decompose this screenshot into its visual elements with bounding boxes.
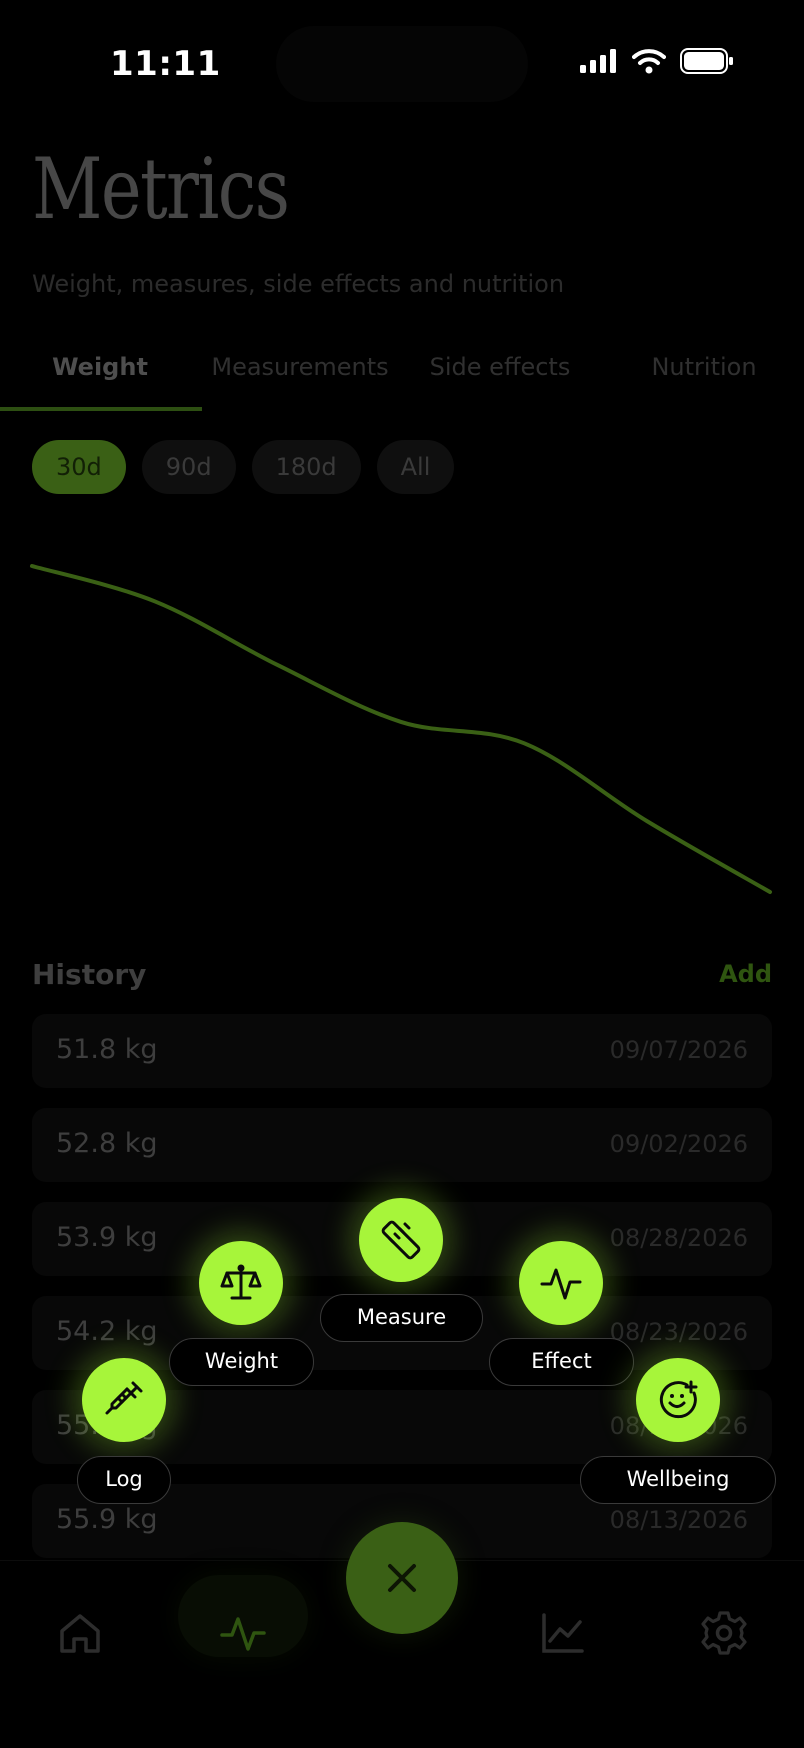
history-row-date: 09/07/2026 <box>609 1036 748 1064</box>
weight-label[interactable]: Weight <box>169 1338 314 1386</box>
history-row-weight: 55.9 kg <box>56 1504 158 1535</box>
tab-nutrition[interactable]: Nutrition <box>604 353 804 381</box>
tab-measurements[interactable]: Measurements <box>200 353 400 381</box>
history-row-date: 08/13/2026 <box>609 1506 748 1534</box>
metric-tabs: Weight Measurements Side effects Nutriti… <box>0 345 804 411</box>
log-button[interactable] <box>82 1358 166 1442</box>
home-icon[interactable] <box>56 1609 104 1657</box>
history-row[interactable]: 51.8 kg 09/07/2026 <box>32 1014 772 1088</box>
history-row-date: 08/23/2026 <box>609 1318 748 1346</box>
close-menu-button[interactable] <box>346 1522 458 1634</box>
history-row-weight: 54.2 kg <box>56 1316 158 1347</box>
measure-label[interactable]: Measure <box>320 1294 483 1342</box>
history-row-weight: 53.9 kg <box>56 1222 158 1253</box>
history-add-button[interactable]: Add <box>719 960 772 988</box>
weight-button[interactable] <box>199 1241 283 1325</box>
active-tab-indicator <box>0 407 202 411</box>
weight-chart <box>30 564 772 894</box>
history-row-weight: 51.8 kg <box>56 1034 158 1065</box>
close-icon <box>388 1564 416 1592</box>
effect-button[interactable] <box>519 1241 603 1325</box>
effect-label[interactable]: Effect <box>489 1338 634 1386</box>
wellbeing-label[interactable]: Wellbeing <box>580 1456 776 1504</box>
syringe-icon <box>105 1381 143 1415</box>
history-row-date: 08/28/2026 <box>609 1224 748 1252</box>
gear-icon[interactable] <box>700 1609 748 1657</box>
tab-side-effects[interactable]: Side effects <box>400 353 600 381</box>
history-row[interactable]: 52.8 kg 09/02/2026 <box>32 1108 772 1182</box>
history-row-date: 09/02/2026 <box>609 1130 748 1158</box>
history-row-weight: 52.8 kg <box>56 1128 158 1159</box>
log-label[interactable]: Log <box>77 1456 171 1504</box>
page-title: Metrics <box>32 140 290 238</box>
weight-series-line <box>30 564 772 894</box>
smiley-plus-icon <box>659 1380 698 1419</box>
pulse-icon <box>540 1268 582 1300</box>
tab-weight[interactable]: Weight <box>0 353 200 381</box>
range-90d-button[interactable]: 90d <box>141 440 236 494</box>
chart-icon[interactable] <box>538 1609 586 1657</box>
history-header: History Add <box>32 958 772 998</box>
pulse-icon[interactable] <box>219 1609 267 1657</box>
range-30d-button[interactable]: 30d <box>32 440 126 494</box>
wellbeing-button[interactable] <box>636 1358 720 1442</box>
range-selector: 30d 90d 180d All <box>32 440 455 494</box>
ruler-icon <box>381 1220 421 1260</box>
history-title: History <box>32 958 147 991</box>
range-all-button[interactable]: All <box>376 440 455 494</box>
scale-icon <box>220 1264 262 1300</box>
page-subtitle: Weight, measures, side effects and nutri… <box>32 270 565 298</box>
range-180d-button[interactable]: 180d <box>251 440 361 494</box>
measure-button[interactable] <box>359 1198 443 1282</box>
